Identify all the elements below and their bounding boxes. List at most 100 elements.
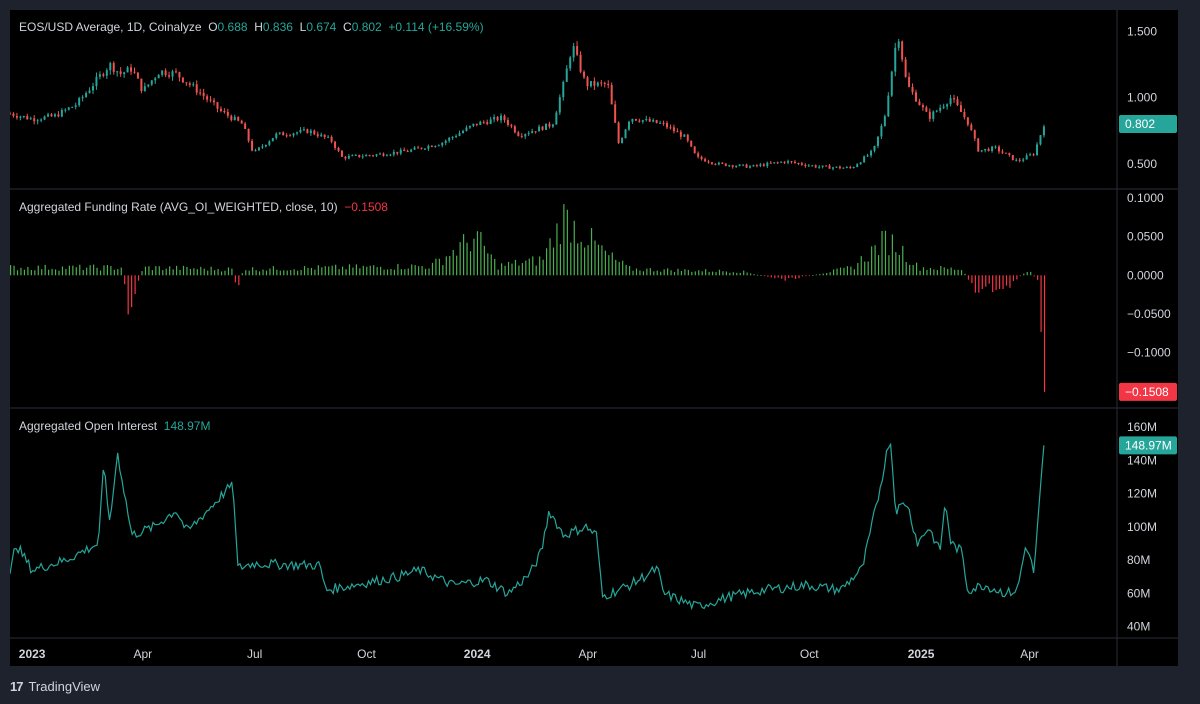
funding-bar [784,275,786,281]
candle-body [81,96,84,99]
candle-body [147,84,150,87]
candle-body [821,165,824,167]
candle-body [323,134,326,138]
candle-body [842,167,845,169]
candle-body [717,162,720,165]
funding-bar [424,268,427,276]
candle-body [832,167,835,169]
funding-title: Aggregated Funding Rate (AVG_OI_WEIGHTED… [19,200,338,214]
funding-bar [760,275,762,277]
funding-tick-label: −0.1000 [1127,346,1171,360]
funding-bar [552,247,555,276]
candle-body [278,132,281,134]
candle-body [43,116,46,120]
candle-body [953,98,956,100]
candle-body [140,78,143,92]
funding-bar [10,265,12,276]
price-tick-label: 0.500 [1127,157,1157,171]
candle-body [192,84,195,86]
candle-body [188,83,191,85]
candle-body [406,151,409,153]
candle-body [500,115,503,121]
candle-body [1008,153,1011,155]
funding-bar [753,274,755,276]
candle-body [1042,126,1045,136]
funding-bar [341,266,344,276]
funding-bar [72,265,74,276]
change-value: +0.114 (+16.59%) [388,20,484,34]
open_interest-tick-label: 160M [1127,420,1157,434]
candle-body [569,57,572,69]
funding-bar [732,272,734,276]
funding-tick-label: 0.1000 [1127,191,1164,205]
candle-body [524,134,527,137]
funding-bar [431,262,434,276]
candle-body [565,68,568,82]
funding-bar [169,266,171,276]
funding-bar [549,238,551,276]
funding-bar [227,267,230,276]
candle-body [181,77,184,83]
high-label: H [254,20,263,34]
candle-body [344,156,347,159]
candle-body [257,147,260,151]
funding-bar [58,270,60,276]
funding-bar [563,204,565,276]
candle-body [562,81,565,98]
funding-bar [462,234,465,276]
funding-bar [124,275,126,285]
tradingview-brand[interactable]: TradingView [28,679,100,694]
candle-body [714,163,717,165]
candle-body [130,67,133,72]
candle-body [662,122,665,124]
open_interest-tick-label: 40M [1127,620,1150,634]
candle-body [78,98,81,106]
candle-body [856,164,859,168]
chart-canvas[interactable]: 1.500 1.000 0.500 0.802 0.1000 0.0500 0.0000 −0… [10,10,1178,666]
funding-bar [812,275,814,276]
funding-bar [604,250,606,276]
funding-bar [895,252,897,276]
candle-body [935,110,938,112]
funding-bar [310,267,313,276]
candle-body [997,146,1000,152]
candle-body [465,127,468,131]
funding-bar [746,272,748,276]
high-value: 0.836 [262,20,293,34]
funding-bar [663,269,665,276]
funding-bar [359,268,361,276]
candle-body [614,104,617,123]
funding-bar [466,242,468,276]
candle-body [289,135,292,137]
candle-body [641,120,644,122]
funding-bar [628,265,631,276]
candle-body [780,161,783,163]
footer: 17 TradingView [10,679,100,694]
candle-body [555,112,558,125]
candle-body [828,165,831,169]
candle-body [724,163,727,166]
funding-bar [808,275,810,277]
funding-bar [801,275,804,277]
tradingview-logo-icon[interactable]: 17 [10,679,24,694]
candle-body [987,148,990,152]
candle-body [984,148,987,151]
candle-body [551,124,554,127]
funding-bar [756,274,759,276]
funding-bar [871,246,873,276]
funding-bar [687,269,689,276]
funding-bar [348,264,351,276]
chart-frame[interactable]: 1.500 1.000 0.500 0.802 0.1000 0.0500 0.0000 −0… [10,10,1178,666]
candle-body [226,111,229,116]
candle-body [506,120,509,125]
funding-bar [912,265,914,276]
candle-body [417,147,420,149]
funding-bar [739,272,741,276]
x-axis-label: Jul [247,647,262,661]
candle-body [451,136,454,138]
candle-body [914,92,917,102]
funding-bar [857,262,859,276]
candle-body [942,106,945,108]
candle-body [845,167,848,169]
funding-bar [774,275,776,279]
